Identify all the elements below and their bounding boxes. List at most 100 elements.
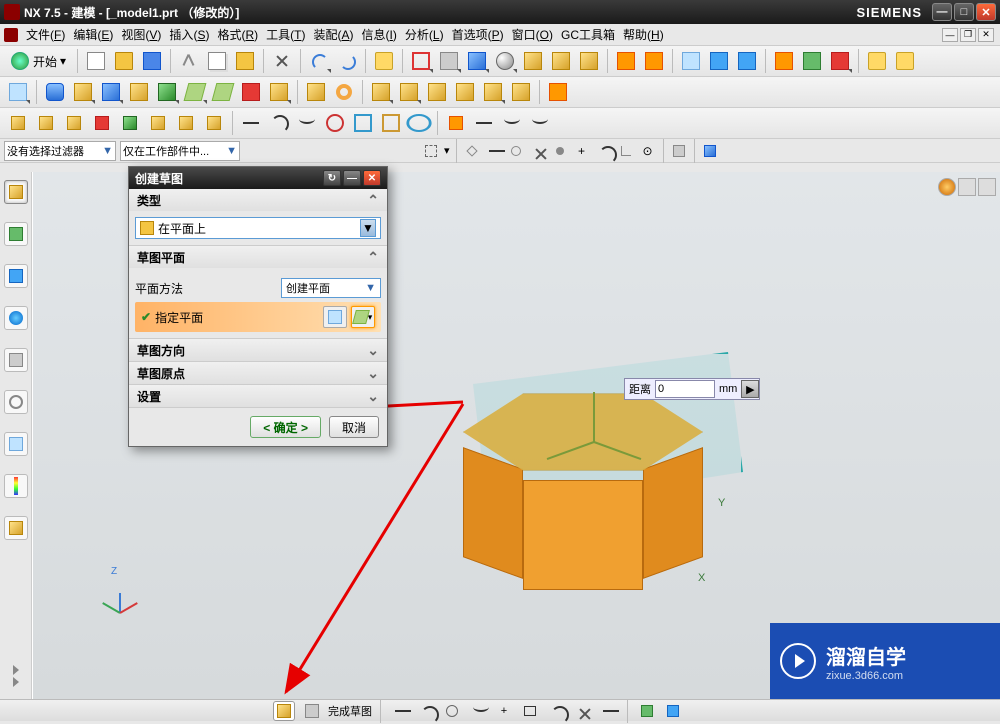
toggle-csys-button[interactable] (892, 48, 918, 74)
sk-extend-button[interactable] (598, 702, 618, 720)
start-button[interactable]: 开始 ▾ (4, 51, 73, 71)
plane-constructor-button[interactable]: ▾ (351, 306, 375, 328)
surface-8-button[interactable] (201, 110, 227, 136)
doc-close-button[interactable]: ✕ (978, 28, 994, 42)
cancel-button[interactable]: 取消 (329, 416, 379, 438)
trim-curve-button[interactable] (443, 110, 469, 136)
doc-minimize-button[interactable]: — (942, 28, 958, 42)
split-body-button[interactable] (480, 79, 506, 105)
pattern-feature-button[interactable] (266, 79, 292, 105)
dialog-reset-button[interactable]: ↻ (323, 170, 341, 186)
ok-button[interactable]: < 确定 > (250, 416, 321, 438)
unite-button[interactable] (368, 79, 394, 105)
sk-circle-button[interactable] (442, 702, 462, 720)
expression-button[interactable] (771, 48, 797, 74)
surface-4-button[interactable] (89, 110, 115, 136)
finish-sketch-grid-icon[interactable] (301, 701, 323, 721)
surface-7-button[interactable] (173, 110, 199, 136)
surface-1-button[interactable] (5, 110, 31, 136)
intersect-button[interactable] (424, 79, 450, 105)
menu-edit[interactable]: 编辑(E) (69, 26, 117, 43)
section-plane-header[interactable]: 草图平面 ⌃ (129, 246, 387, 268)
menu-info[interactable]: 信息(I) (358, 26, 401, 43)
shell-button[interactable] (508, 79, 534, 105)
sk-line-button[interactable] (390, 702, 410, 720)
open-file-button[interactable] (111, 48, 137, 74)
subtract-button[interactable] (396, 79, 422, 105)
menu-analysis[interactable]: 分析(L) (401, 26, 448, 43)
sel-rect-button[interactable] (421, 141, 441, 161)
snap-perpendicular-button[interactable] (616, 141, 636, 161)
dialog-close-button[interactable]: ✕ (363, 170, 381, 186)
snap-mid-button[interactable] (484, 141, 504, 161)
snap-end-button[interactable] (462, 141, 482, 161)
new-file-button[interactable] (83, 48, 109, 74)
system-scroll-tab[interactable] (4, 390, 28, 414)
surface-5-button[interactable] (117, 110, 143, 136)
move-object-button[interactable] (799, 48, 825, 74)
menu-gc-toolbox[interactable]: GC工具箱 (557, 26, 619, 43)
extend-curve-button[interactable] (471, 110, 497, 136)
history-tab[interactable] (4, 348, 28, 372)
redo-button[interactable] (334, 48, 360, 74)
menu-view[interactable]: 视图(V) (117, 26, 165, 43)
section-origin-header[interactable]: 草图原点 ⌄ (129, 362, 387, 384)
arc-button[interactable] (266, 110, 292, 136)
specify-plane-row[interactable]: ✔ 指定平面 ▾ (135, 302, 381, 332)
snap-near-button[interactable]: ⊙ (638, 141, 658, 161)
snap-intersect-button[interactable] (528, 141, 548, 161)
toggle-grid-button[interactable] (864, 48, 890, 74)
snap-quadrant-button[interactable] (550, 141, 570, 161)
part-navigator-tab[interactable] (4, 180, 28, 204)
section-settings-header[interactable]: 设置 ⌄ (129, 385, 387, 407)
selection-scope-dropdown[interactable]: 仅在工作部件中... ▼ (120, 141, 240, 161)
block-button[interactable] (42, 79, 68, 105)
dialog-title-bar[interactable]: 创建草图 ↻ — ✕ (129, 167, 387, 189)
ellipse-button[interactable] (406, 110, 432, 136)
blend-button[interactable] (331, 79, 357, 105)
reuse-library-tab[interactable] (4, 264, 28, 288)
menu-preferences[interactable]: 首选项(P) (448, 26, 508, 43)
menu-assembly[interactable]: 装配(A) (310, 26, 358, 43)
wcs-button[interactable] (464, 48, 490, 74)
snap-point-button[interactable]: + (572, 141, 592, 161)
datum-axis-button[interactable] (210, 79, 236, 105)
minimize-button[interactable]: — (932, 3, 952, 21)
layer-button[interactable] (613, 48, 639, 74)
wcs-display-button[interactable] (700, 141, 720, 161)
plane-dialog-button[interactable] (323, 306, 347, 328)
doc-restore-button[interactable]: ❐ (960, 28, 976, 42)
distance-input[interactable] (655, 380, 715, 398)
snap-center-button[interactable] (506, 141, 526, 161)
undo-button[interactable] (306, 48, 332, 74)
sketch-button[interactable] (5, 79, 31, 105)
sk-spline-button[interactable] (468, 702, 488, 720)
surface-3-button[interactable] (61, 110, 87, 136)
circle-button[interactable] (322, 110, 348, 136)
sketch-task-button[interactable] (273, 701, 295, 721)
extrude-button[interactable] (70, 79, 96, 105)
sk-trim-button[interactable] (572, 702, 592, 720)
web-browser-tab[interactable] (4, 306, 28, 330)
render-style-button[interactable] (436, 48, 462, 74)
rect-button[interactable] (350, 110, 376, 136)
line-button[interactable] (238, 110, 264, 136)
distance-dropdown-button[interactable]: ▶ (741, 380, 759, 398)
cut-button[interactable] (176, 48, 202, 74)
assembly-navigator-tab[interactable] (4, 222, 28, 246)
surface-6-button[interactable] (145, 110, 171, 136)
datum-csys-button[interactable] (238, 79, 264, 105)
sk-fillet-button[interactable] (546, 702, 566, 720)
sk-rect-button[interactable] (520, 702, 540, 720)
menu-file[interactable]: 文件(F) (22, 26, 69, 43)
selection-filter-dropdown[interactable]: 没有选择过滤器 ▼ (4, 141, 116, 161)
layer-visible-button[interactable] (641, 48, 667, 74)
measure-distance-button[interactable] (706, 48, 732, 74)
boss-button[interactable] (154, 79, 180, 105)
command-finder-button[interactable] (371, 48, 397, 74)
menu-format[interactable]: 格式(R) (213, 26, 262, 43)
view-fit-button[interactable] (408, 48, 434, 74)
trim-body-button[interactable] (452, 79, 478, 105)
maximize-button[interactable]: □ (954, 3, 974, 21)
sk-dimension-button[interactable] (663, 702, 683, 720)
